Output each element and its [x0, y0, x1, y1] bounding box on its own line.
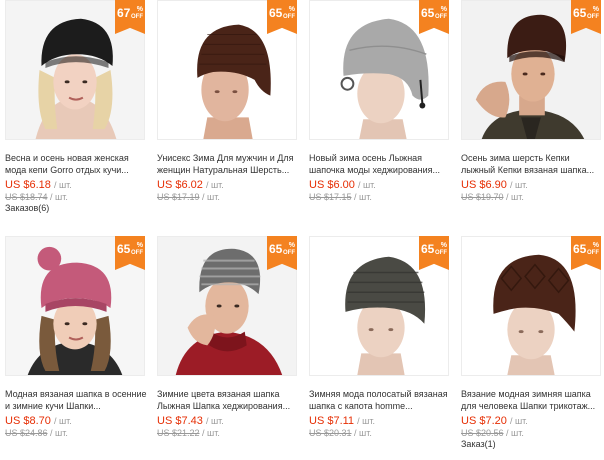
- price-row: US $7.11 / шт.: [309, 414, 375, 428]
- product-title[interactable]: Новый зима осень Лыжная шапочка моды хед…: [309, 152, 453, 176]
- product-title[interactable]: Унисекс Зима Для мужчин и Для женщин Нат…: [157, 152, 301, 176]
- price-row: US $7.43 / шт.: [157, 414, 224, 428]
- old-price: US $24.86: [5, 428, 48, 438]
- old-price-row: US $17.15 / шт.: [309, 191, 372, 203]
- discount-off-label: OFF: [435, 250, 447, 256]
- price: US $7.20: [461, 415, 507, 427]
- discount-off-label: OFF: [131, 250, 143, 256]
- product-card[interactable]: 65 % OFF Зимние цвета вязаная шапка Лыжн…: [152, 236, 304, 460]
- price-row: US $8.70 / шт.: [5, 414, 72, 428]
- price-unit: / шт.: [357, 416, 375, 426]
- product-title[interactable]: Осень зима шерсть Кепки лыжный Кепки вяз…: [461, 152, 604, 176]
- product-card[interactable]: 65 % OFF Вязание модная зимняя шапка для…: [456, 236, 604, 460]
- old-price-row: US $21.22 / шт.: [157, 427, 220, 439]
- discount-percent-sign: %: [288, 6, 295, 13]
- discount-value: 65: [117, 242, 131, 256]
- price: US $7.11: [309, 415, 355, 427]
- discount-off-label: OFF: [131, 14, 143, 20]
- product-card[interactable]: 67 % OFF Весна и осень новая женская мод…: [0, 0, 152, 224]
- old-price: US $17.15: [309, 192, 352, 202]
- old-price-unit: / шт.: [50, 192, 68, 202]
- discount-value: 67: [117, 6, 131, 20]
- old-price-unit: / шт.: [50, 428, 68, 438]
- product-grid: 67 % OFF Весна и осень новая женская мод…: [0, 0, 604, 449]
- discount-value: 65: [573, 6, 587, 20]
- discount-value: 65: [573, 242, 587, 256]
- old-price-row: US $19.70 / шт.: [461, 191, 524, 203]
- price: US $6.00: [309, 179, 355, 191]
- old-price: US $21.22: [157, 428, 200, 438]
- discount-percent-sign: %: [440, 242, 447, 249]
- discount-percent-sign: %: [592, 6, 599, 13]
- old-price-unit: / шт.: [506, 192, 524, 202]
- discount-percent-sign: %: [592, 242, 599, 249]
- price-row: US $7.20 / шт.: [461, 414, 528, 428]
- price-unit: / шт.: [357, 180, 376, 190]
- old-price-row: US $20.31 / шт.: [309, 427, 372, 439]
- old-price-row: US $24.86 / шт.: [5, 427, 68, 439]
- price: US $7.43: [157, 415, 203, 427]
- price-row: US $6.90 / шт.: [461, 178, 528, 192]
- price: US $6.02: [157, 179, 203, 191]
- price: US $8.70: [5, 415, 51, 427]
- orders-count[interactable]: Заказов(6): [5, 202, 49, 214]
- old-price-unit: / шт.: [202, 192, 220, 202]
- old-price-unit: / шт.: [202, 428, 220, 438]
- product-title[interactable]: Модная вязаная шапка в осенние и зимние …: [5, 388, 149, 412]
- product-title[interactable]: Зимняя мода полосатый вязаная шапка с ка…: [309, 388, 453, 412]
- price: US $6.18: [5, 179, 51, 191]
- price-row: US $6.02 / шт.: [157, 178, 224, 192]
- product-card[interactable]: 65 % OFF Модная вязаная шапка в осенние …: [0, 236, 152, 460]
- price-row: US $6.00 / шт.: [309, 178, 376, 192]
- product-card[interactable]: 65 % OFF Зимняя мода полосатый вязаная ш…: [304, 236, 456, 460]
- price-unit: / шт.: [205, 180, 224, 190]
- price-unit: / шт.: [205, 416, 224, 426]
- price-row: US $6.18 / шт.: [5, 178, 72, 192]
- discount-off-label: OFF: [587, 14, 599, 20]
- old-price-unit: / шт.: [354, 428, 372, 438]
- discount-value: 65: [269, 6, 283, 20]
- old-price: US $19.70: [461, 192, 504, 202]
- old-price: US $17.19: [157, 192, 200, 202]
- price-unit: / шт.: [509, 180, 528, 190]
- price-unit: / шт.: [53, 180, 72, 190]
- discount-value: 65: [421, 6, 435, 20]
- price-unit: / шт.: [53, 416, 72, 426]
- discount-value: 65: [421, 242, 435, 256]
- old-price: US $20.56: [461, 428, 504, 438]
- discount-percent-sign: %: [288, 242, 295, 249]
- price-unit: / шт.: [509, 416, 528, 426]
- product-title[interactable]: Зимние цвета вязаная шапка Лыжная Шапка …: [157, 388, 301, 412]
- discount-percent-sign: %: [440, 6, 447, 13]
- product-title[interactable]: Вязание модная зимняя шапка для человека…: [461, 388, 604, 412]
- old-price-unit: / шт.: [354, 192, 372, 202]
- product-card[interactable]: 65 % OFF Осень зима шерсть Кепки лыжный …: [456, 0, 604, 224]
- product-title[interactable]: Весна и осень новая женская мода кепи Go…: [5, 152, 149, 176]
- discount-off-label: OFF: [283, 250, 295, 256]
- discount-percent-sign: %: [136, 242, 143, 249]
- discount-percent-sign: %: [136, 6, 143, 13]
- product-card[interactable]: 65 % OFF Новый зима осень Лыжная шапочка…: [304, 0, 456, 224]
- orders-count[interactable]: Заказ(1): [461, 438, 496, 450]
- discount-off-label: OFF: [435, 14, 447, 20]
- discount-off-label: OFF: [283, 14, 295, 20]
- discount-off-label: OFF: [587, 250, 599, 256]
- old-price-row: US $17.19 / шт.: [157, 191, 220, 203]
- old-price: US $18.74: [5, 192, 48, 202]
- old-price: US $20.31: [309, 428, 352, 438]
- discount-value: 65: [269, 242, 283, 256]
- price: US $6.90: [461, 179, 507, 191]
- product-card[interactable]: 65 % OFF Унисекс Зима Для мужчин и Для ж…: [152, 0, 304, 224]
- old-price-unit: / шт.: [506, 428, 524, 438]
